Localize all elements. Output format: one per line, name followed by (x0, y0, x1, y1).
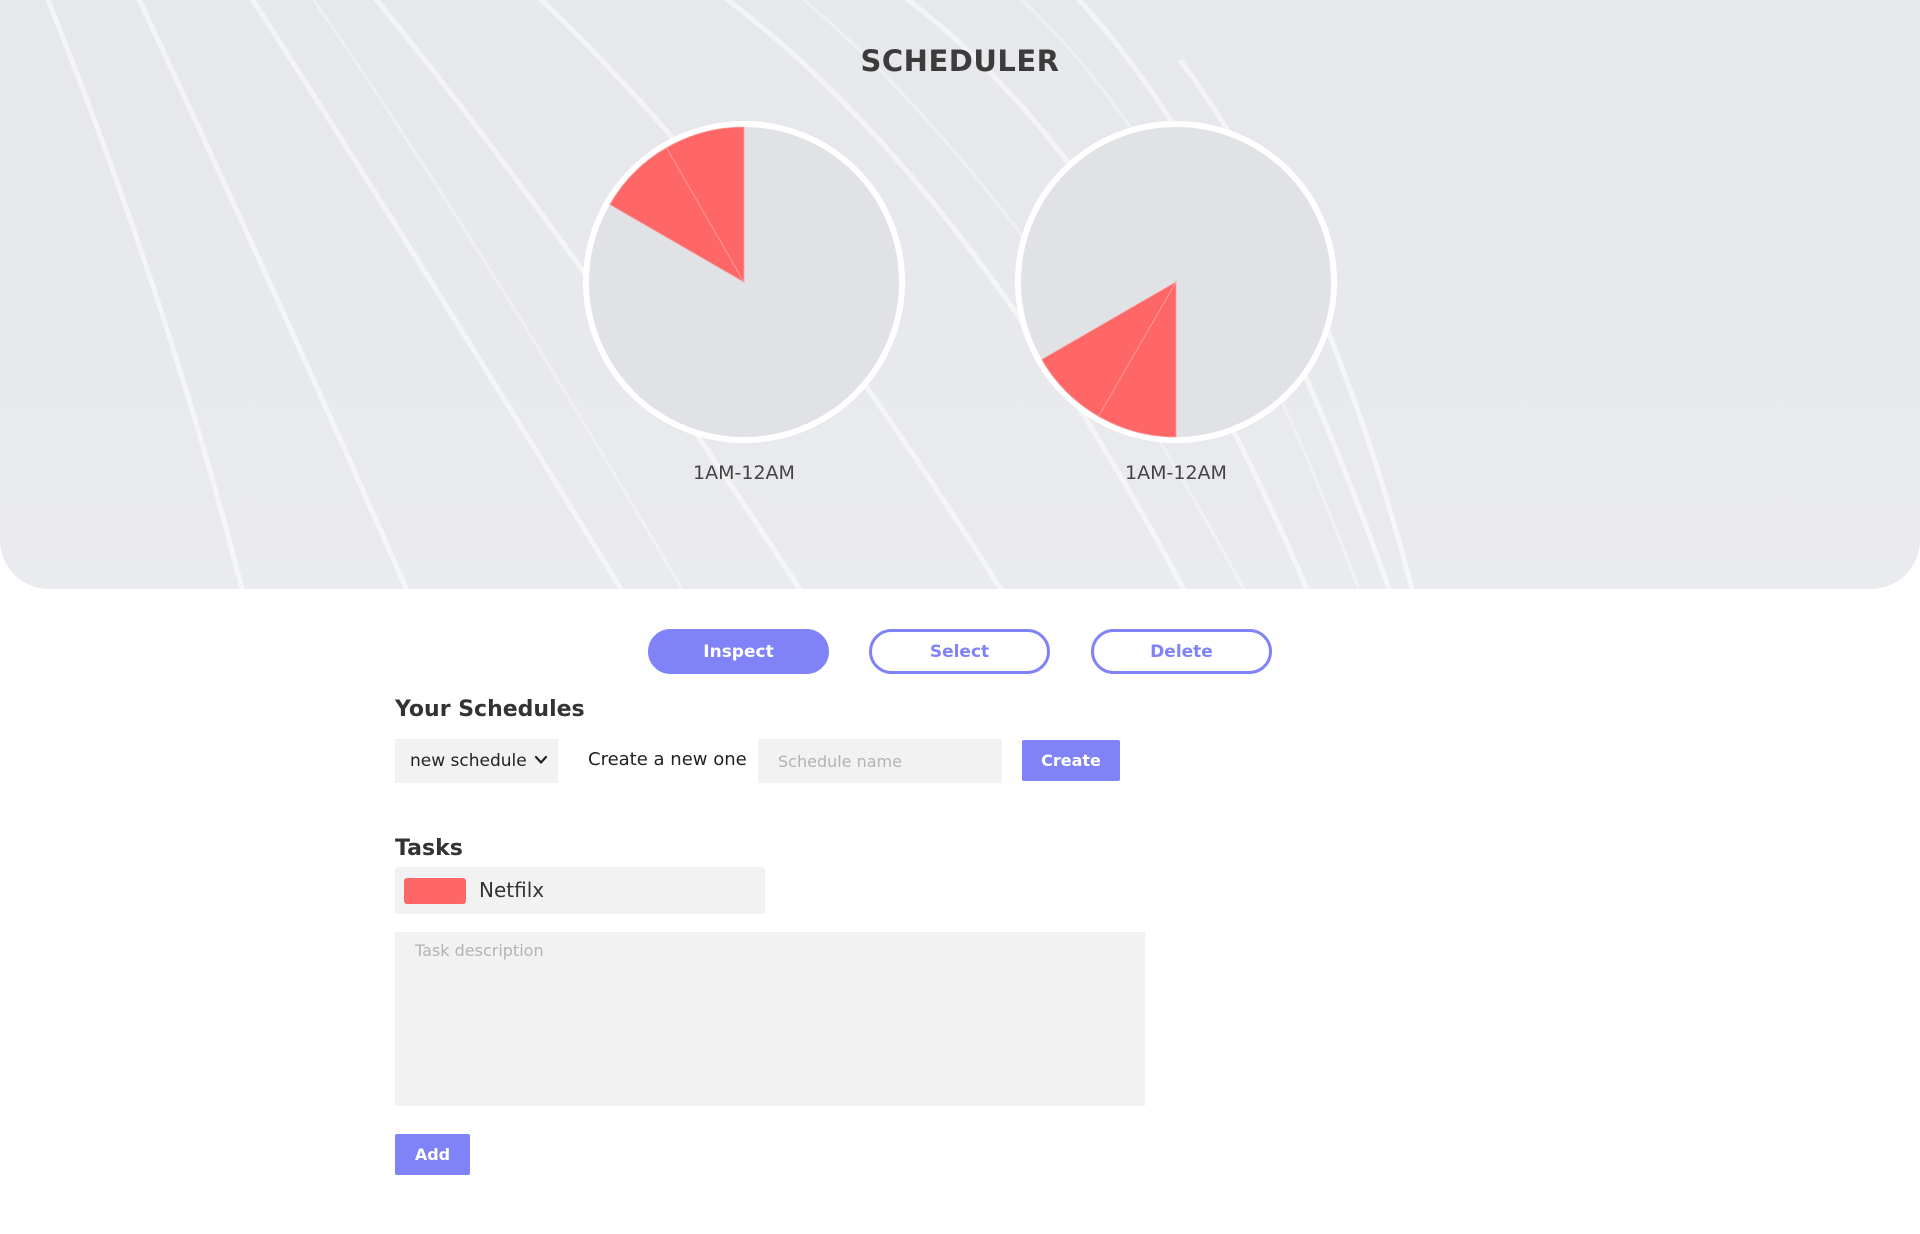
select-button[interactable]: Select (869, 629, 1050, 674)
delete-button[interactable]: Delete (1091, 629, 1272, 674)
task-color-swatch (404, 878, 466, 904)
background-lines (45, 0, 1415, 589)
hero-banner: SCHEDULER 1AM-12AM 1AM-12AM (0, 0, 1920, 589)
schedule-clock-2[interactable] (1014, 120, 1338, 444)
task-description-input[interactable]: Task description (395, 932, 1145, 1106)
clock-label-2: 1AM-12AM (1125, 462, 1227, 484)
schedule-clock-1[interactable] (582, 120, 906, 444)
schedule-select-value: new schedule (410, 751, 527, 771)
inspect-button[interactable]: Inspect (648, 629, 829, 674)
schedules-heading: Your Schedules (395, 697, 585, 722)
create-button[interactable]: Create (1022, 740, 1120, 781)
schedule-name-input[interactable]: Schedule name (758, 739, 1002, 783)
clock-label-1: 1AM-12AM (693, 462, 795, 484)
create-new-label: Create a new one (588, 749, 747, 770)
add-button[interactable]: Add (395, 1134, 470, 1175)
page-title: SCHEDULER (860, 44, 1060, 78)
task-name: Netfilx (479, 878, 545, 902)
schedule-select[interactable]: new schedule (395, 739, 558, 783)
chevron-down-icon (534, 755, 548, 764)
task-item[interactable]: Netfilx (395, 867, 765, 914)
tasks-heading: Tasks (395, 836, 463, 861)
